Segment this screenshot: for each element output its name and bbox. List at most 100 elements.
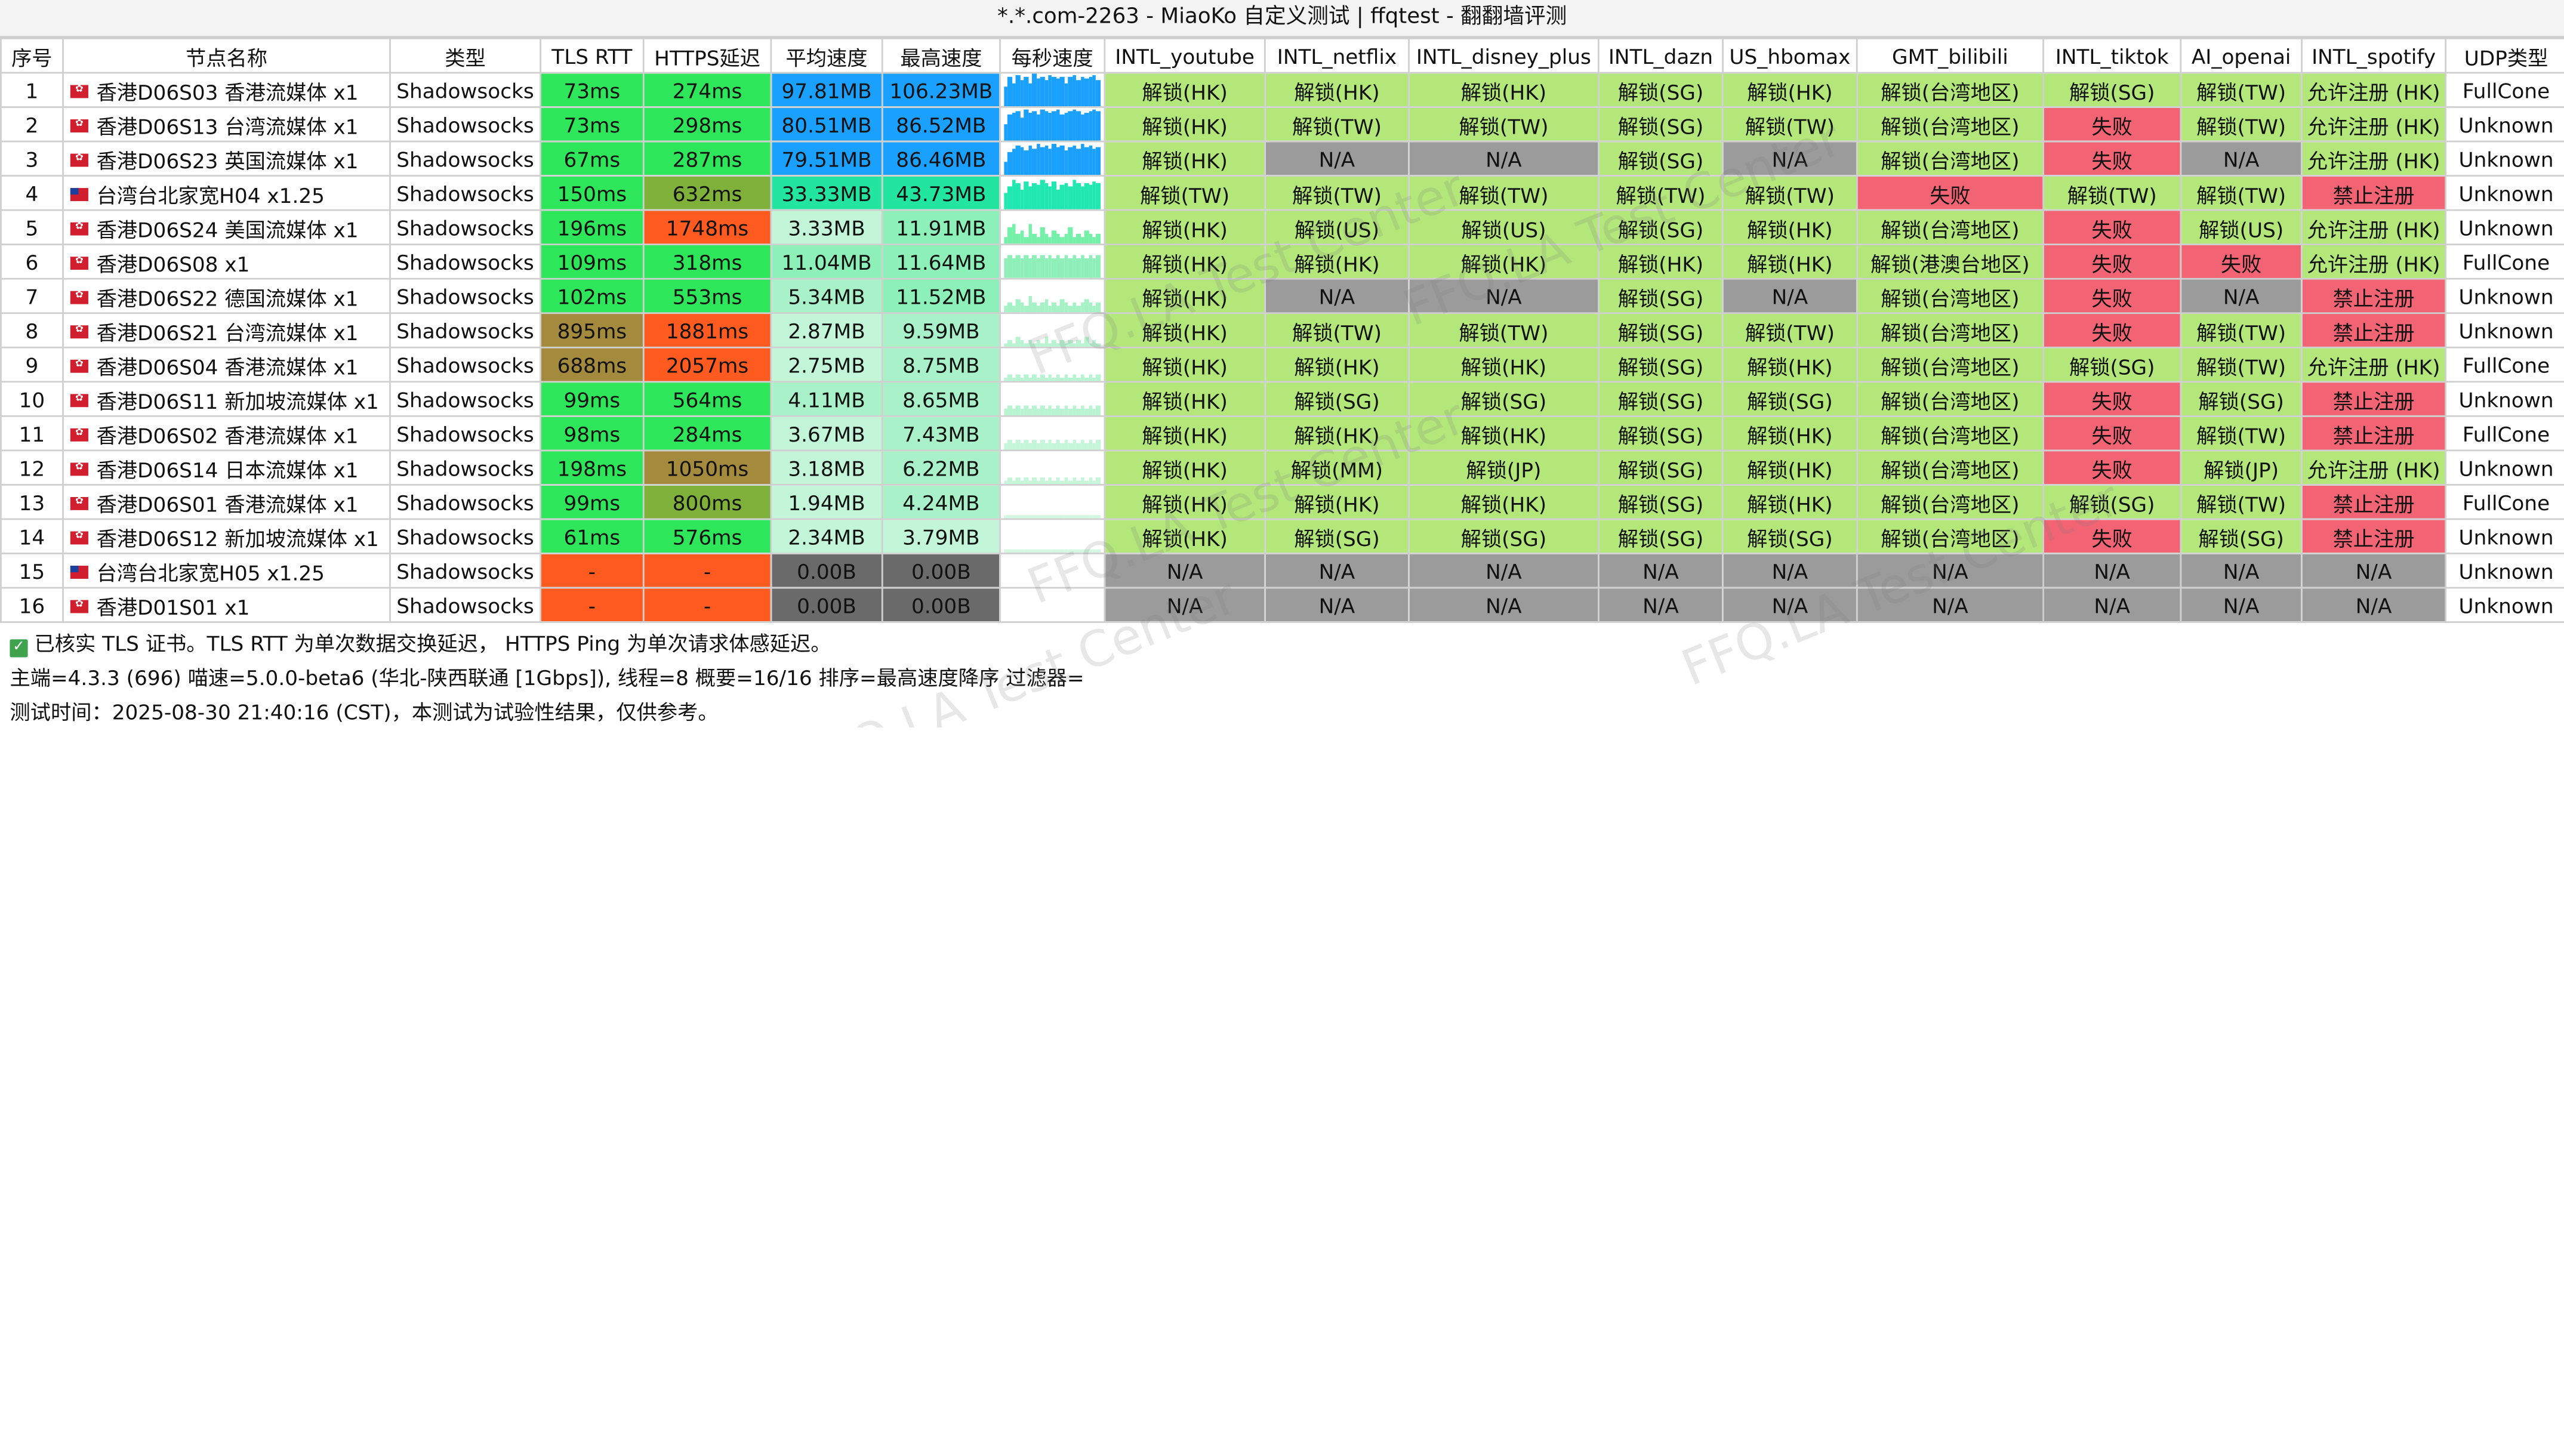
table-row[interactable]: 11 香港D06S02 香港流媒体 x1 Shadowsocks98ms284ms3… <box>0 415 2564 452</box>
speed-bar <box>1092 480 1096 483</box>
speed-bar <box>1072 302 1077 311</box>
speed-bar <box>1044 443 1049 449</box>
table-row[interactable]: 5 香港D06S24 美国流媒体 x1 Shadowsocks196ms1748ms… <box>0 209 2564 246</box>
speed-bar <box>1096 405 1101 415</box>
speed-bar <box>1048 374 1053 381</box>
node-type: Shadowsocks <box>389 484 541 520</box>
table-row[interactable]: 1 香港D06S03 香港流媒体 x1 Shadowsocks73ms274ms97… <box>0 72 2564 108</box>
openai-cell: 解锁(TW) <box>2180 484 2303 520</box>
table-row[interactable]: 14 香港D06S12 新加坡流媒体 x1 Shadowsocks61ms576ms… <box>0 518 2564 554</box>
netflix-cell: 解锁(TW) <box>1264 312 1410 348</box>
speed-sparkline <box>999 587 1106 623</box>
node-name-text: 香港D06S08 x1 <box>96 251 250 276</box>
tls-rtt: - <box>540 587 645 623</box>
udp-type: FullCone <box>2445 415 2564 452</box>
table-row[interactable]: 7 香港D06S22 德国流媒体 x1 Shadowsocks102ms553ms5… <box>0 277 2564 314</box>
speed-bar <box>1008 255 1012 277</box>
avg-speed: 79.51MB <box>770 140 883 177</box>
hong-kong-flag-icon <box>70 118 88 132</box>
speed-bar <box>1096 515 1101 518</box>
speed-bar <box>1040 343 1044 346</box>
table-row[interactable]: 12 香港D06S14 日本流媒体 x1 Shadowsocks198ms1050m… <box>0 449 2564 486</box>
speed-bar <box>1092 377 1096 381</box>
udp-type: Unknown <box>2445 312 2564 348</box>
tls-rtt: 895ms <box>540 312 645 348</box>
header-openai: AI_openai <box>2180 38 2303 74</box>
https-latency: 284ms <box>642 415 772 452</box>
speed-bar <box>1056 233 1061 243</box>
speed-bar <box>1044 145 1049 174</box>
speed-bar <box>1092 549 1096 552</box>
speed-bar <box>1092 340 1096 346</box>
dazn-cell: 解锁(SG) <box>1597 312 1724 348</box>
speed-bar <box>1084 337 1089 346</box>
speed-bars <box>1001 143 1103 174</box>
table-row[interactable]: 15 台湾台北家宽H05 x1.25 Shadowsocks - -0.00B 0.00B… <box>0 553 2564 589</box>
table-row[interactable]: 8 香港D06S21 台湾流媒体 x1 Shadowsocks895ms1881ms… <box>0 312 2564 348</box>
speed-bar <box>1040 477 1044 483</box>
speed-bar <box>1016 549 1021 552</box>
speed-bar <box>1060 443 1065 449</box>
openai-cell: 失败 <box>2180 243 2303 280</box>
bilibili-cell: N/A <box>1856 553 2045 589</box>
node-name: 香港D06S21 台湾流媒体 x1 <box>62 312 391 348</box>
openai-cell: N/A <box>2180 587 2303 623</box>
speed-bar <box>1076 183 1081 209</box>
max-speed: 6.22MB <box>881 449 1001 486</box>
table-row[interactable]: 2 香港D06S13 台湾流媒体 x1 Shadowsocks73ms298ms80… <box>0 106 2564 143</box>
speed-bar <box>1024 343 1028 346</box>
speed-sparkline <box>999 484 1106 520</box>
speed-bars <box>1001 314 1103 346</box>
speed-bar <box>1012 549 1016 552</box>
spotify-cell: 禁止注册 <box>2301 312 2447 348</box>
speed-bar <box>1056 147 1061 174</box>
tiktok-cell: 失败 <box>2042 449 2182 486</box>
udp-type: Unknown <box>2445 209 2564 246</box>
dazn-cell: 解锁(SG) <box>1597 72 1724 108</box>
speed-bars <box>1001 246 1103 277</box>
checkmark-icon: ✓ <box>10 639 28 658</box>
hbomax-cell: N/A <box>1722 140 1858 177</box>
speed-bar <box>1060 237 1065 243</box>
speed-bar <box>1020 549 1024 552</box>
max-speed: 7.43MB <box>881 415 1001 452</box>
speed-bar <box>1016 440 1021 449</box>
speed-bar <box>1040 549 1044 552</box>
speed-bar <box>1024 374 1028 381</box>
speed-bar <box>1084 183 1089 209</box>
speed-bar <box>1044 111 1049 140</box>
youtube-cell: 解锁(HK) <box>1104 209 1266 246</box>
tls-rtt: 61ms <box>540 518 645 554</box>
node-name: 香港D06S14 日本流媒体 x1 <box>62 449 391 486</box>
node-name: 香港D06S01 香港流媒体 x1 <box>62 484 391 520</box>
table-row[interactable]: 16香港D01S01 x1Shadowsocks--0.00B0.00BN/AN… <box>0 587 2564 623</box>
disney-cell: 解锁(SG) <box>1408 518 1600 554</box>
speed-bar <box>1052 230 1056 243</box>
node-name: 香港D06S04 香港流媒体 x1 <box>62 346 391 383</box>
speed-sparkline <box>999 449 1106 486</box>
table-row[interactable]: 9 香港D06S04 香港流媒体 x1 Shadowsocks688ms2057ms… <box>0 346 2564 383</box>
test-time: 测试时间：2025-08-30 21:40:16 (CST)，本测试为试验性结果… <box>10 699 719 724</box>
tiktok-cell: 解锁(SG) <box>2042 484 2182 520</box>
avg-speed: 97.81MB <box>770 72 883 108</box>
table-row[interactable]: 6 香港D06S08 x1 Shadowsocks109ms318ms11.04MB… <box>0 243 2564 280</box>
speed-bar <box>1028 340 1033 346</box>
table-row[interactable]: 13 香港D06S01 香港流媒体 x1 Shadowsocks99ms800ms1… <box>0 484 2564 520</box>
table-row[interactable]: 10 香港D06S11 新加坡流媒体 x1 Shadowsocks99ms564ms… <box>0 381 2564 417</box>
node-name: 香港D06S13 台湾流媒体 x1 <box>62 106 391 143</box>
speed-bar <box>1028 515 1033 518</box>
speed-bar <box>1040 405 1044 415</box>
speed-bar <box>1008 549 1012 552</box>
table-row[interactable]: 4 台湾台北家宽H04 x1.25 Shadowsocks 150ms 632ms 33.… <box>0 175 2564 211</box>
table-row[interactable]: 3 香港D06S23 英国流媒体 x1 Shadowsocks67ms287ms79… <box>0 140 2564 177</box>
speed-bar <box>1072 145 1077 174</box>
tiktok-cell: 失败 <box>2042 243 2182 280</box>
speed-bar <box>1036 340 1040 346</box>
speed-bar <box>1052 181 1056 209</box>
tiktok-cell: 解锁(TW) <box>2042 175 2182 211</box>
header-https-latency: HTTPS延迟 <box>642 38 772 74</box>
speed-bar <box>1096 440 1101 449</box>
disney-cell: 解锁(US) <box>1408 209 1600 246</box>
tiktok-cell: 解锁(SG) <box>2042 346 2182 383</box>
speed-bar <box>1012 306 1016 311</box>
